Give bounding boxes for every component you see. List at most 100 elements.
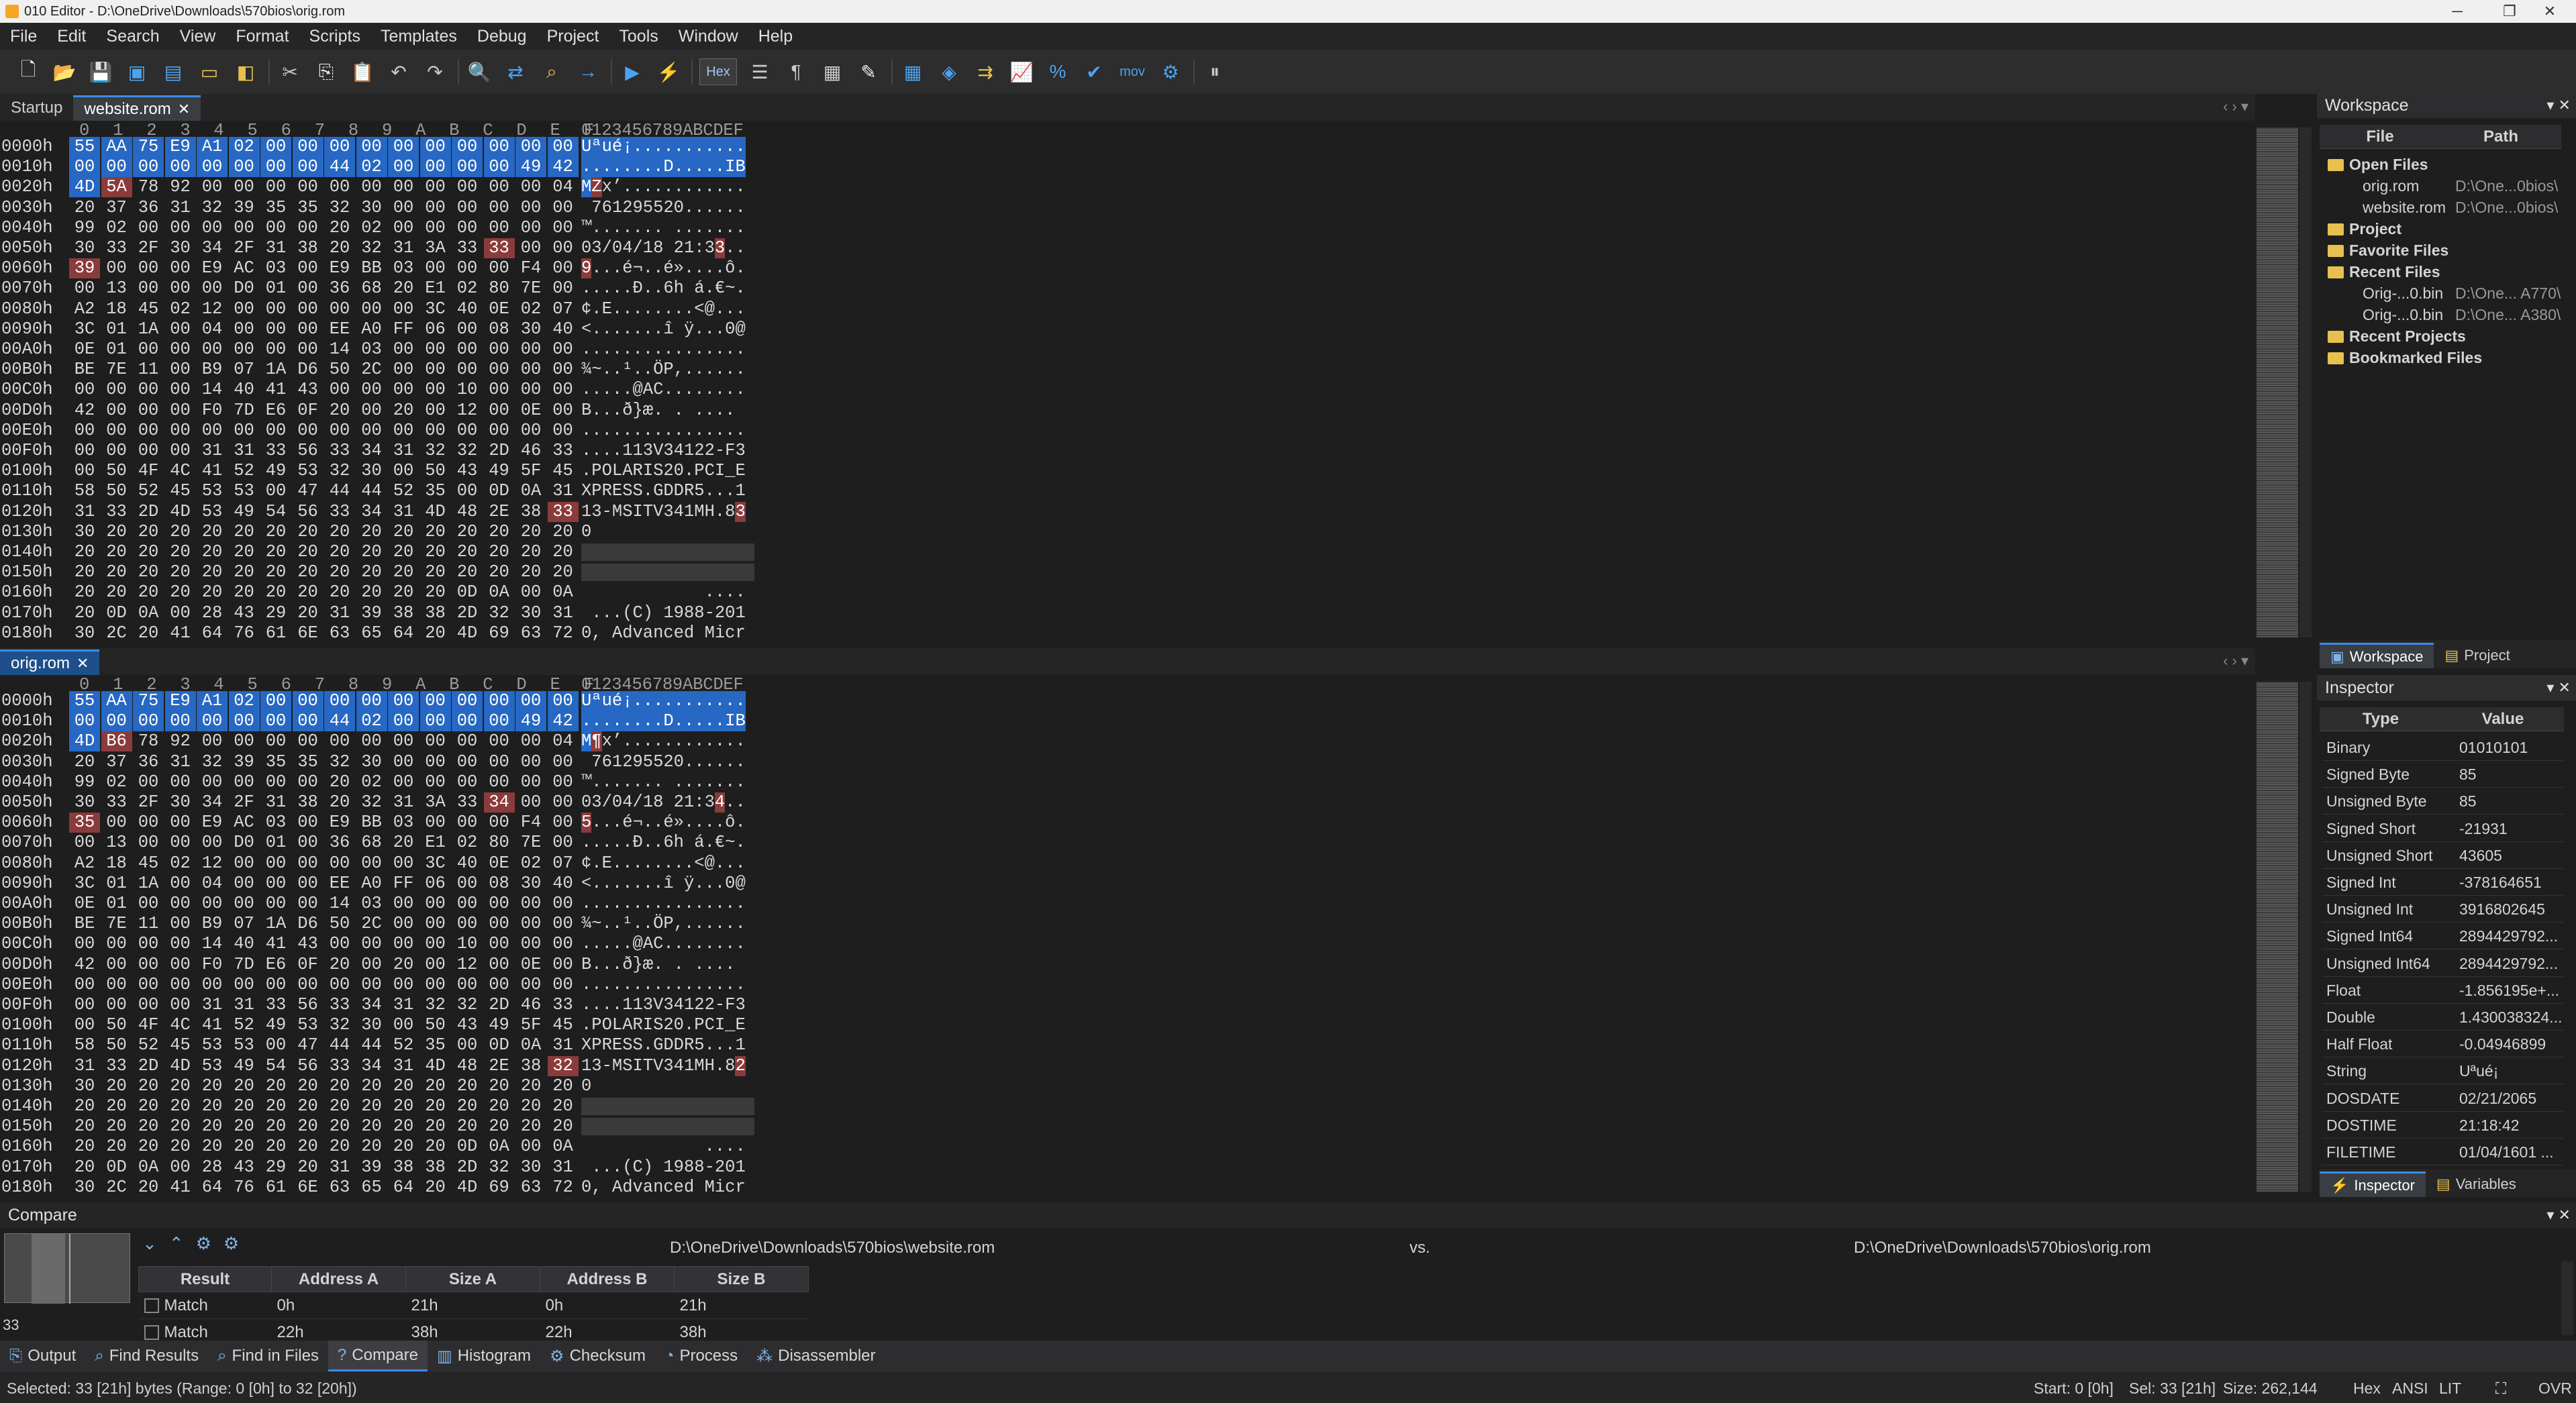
hex-byte[interactable]: 52 [229,461,260,481]
hex-byte[interactable]: 20 [165,562,196,582]
hex-byte[interactable]: 53 [197,481,228,501]
inspector-row[interactable]: DOSDATE 02/21/2065 [2322,1085,2564,1112]
ascii-text[interactable]: <.......î ÿ...0@ [581,319,746,340]
hex-byte[interactable]: 00 [548,238,579,258]
hex-byte[interactable]: 33 [260,995,291,1015]
hex-byte[interactable]: 20 [165,1116,196,1137]
hex-byte[interactable]: 43 [452,461,483,481]
hex-byte[interactable]: 00 [515,975,546,995]
vertical-scrollbar[interactable] [2299,682,2312,1192]
hex-byte[interactable]: 20 [388,1137,419,1157]
hex-row[interactable]: 0000h 55 AA 75 E9 A1 02 00 00 00 00 00 00 00 00 00 00 Uªu… [0,691,805,711]
hex-byte[interactable]: 00 [548,278,579,299]
hex-byte[interactable]: 04 [548,731,579,751]
ascii-text[interactable]: M¶x’............ [581,731,746,752]
hex-byte[interactable]: 00 [260,177,291,197]
hex-byte[interactable]: 4D [69,177,100,198]
hex-byte[interactable]: 75 [133,691,164,711]
inspector-row[interactable]: Float -1.856195e+... [2322,977,2564,1004]
hex-byte[interactable]: 0D [101,1157,132,1178]
hex-byte[interactable]: 31 [324,603,355,623]
hex-byte[interactable]: 20 [452,1096,483,1116]
histogram-tool-icon[interactable]: 📈 [1008,58,1035,85]
hex-byte[interactable]: 00 [165,218,196,238]
hex-byte[interactable]: 00 [101,157,132,178]
hex-byte[interactable]: 00 [324,380,355,400]
hex-byte[interactable]: 56 [293,995,324,1015]
hex-byte[interactable]: 00 [229,177,260,197]
hex-byte[interactable]: 00 [260,874,291,894]
hex-byte[interactable]: 00 [197,894,228,914]
hex-byte[interactable]: 20 [133,562,164,582]
hex-byte[interactable]: 4D [165,502,196,522]
hex-byte[interactable]: 31 [229,995,260,1015]
hex-row[interactable]: 0120h 31 33 2D 4D 53 49 54 56 33 34 31 4D 48 2E 38 32 13-… [0,1055,805,1076]
hex-byte[interactable]: 20 [388,542,419,562]
hex-byte[interactable]: 30 [69,1178,100,1197]
hex-row[interactable]: 0160h 20 20 20 20 20 20 20 20 20 20 20 20 0D 0A 00 0A ..… [0,582,805,603]
hex-byte[interactable]: 02 [101,218,132,238]
mov-button[interactable]: mov [1117,58,1148,85]
save-icon[interactable]: 💾 [87,58,114,85]
hex-byte[interactable]: 20 [229,582,260,603]
ascii-text[interactable]: ................ [581,340,746,360]
hex-byte[interactable]: 20 [515,522,546,542]
new-file-icon[interactable]: 🗋 [15,58,42,85]
tab-disassembler[interactable]: ⁂ Disassembler [747,1341,885,1371]
hex-byte[interactable]: 00 [133,894,164,914]
hex-byte[interactable]: 63 [324,623,355,643]
hex-byte[interactable]: 00 [515,731,546,751]
hex-byte[interactable]: 00 [260,691,291,711]
hex-byte[interactable]: 00 [420,218,451,238]
cut-icon[interactable]: ✂ [277,58,303,85]
ascii-text[interactable]: ¢.E........<@... [581,299,746,319]
hex-byte[interactable]: 00 [548,380,579,400]
hex-row[interactable]: 0150h 20 20 20 20 20 20 20 20 20 20 20 20 20 20 20 20 [0,562,805,582]
hex-byte[interactable]: 00 [388,731,419,751]
hex-byte[interactable]: 31 [260,792,291,813]
highlight-icon[interactable]: ✎ [855,58,882,85]
hex-byte[interactable]: 00 [133,218,164,238]
inspector-row[interactable]: Unsigned Short 43605 [2322,842,2564,869]
hex-byte[interactable]: 30 [356,752,387,772]
hex-byte[interactable]: 00 [260,421,291,441]
hex-byte[interactable]: 80 [484,833,515,853]
hex-byte[interactable]: 2D [452,1157,483,1178]
hex-byte[interactable]: 02 [228,691,260,711]
hex-row[interactable]: 0090h 3C 01 1A 00 04 00 00 00 EE A0 FF 06 00 08 30 40 <..… [0,319,805,340]
hex-byte[interactable]: 00 [293,421,324,441]
hex-byte[interactable]: 00 [388,894,419,914]
hex-byte[interactable]: 52 [388,481,419,501]
hex-byte[interactable]: A0 [356,874,387,894]
hex-byte[interactable]: 50 [101,1035,132,1055]
hex-row[interactable]: 0000h 55 AA 75 E9 A1 02 00 00 00 00 00 00 00 00 00 00 Uªu… [0,137,805,157]
ascii-text[interactable]: 0 [581,522,591,542]
hex-byte[interactable]: 02 [356,711,387,732]
hex-byte[interactable]: 00 [260,1035,291,1055]
hex-byte[interactable]: 00 [452,914,483,934]
hex-byte[interactable]: 00 [484,731,515,751]
hex-byte[interactable]: 0A [133,1157,164,1178]
paragraph-icon[interactable]: ¶ [783,58,809,85]
hex-byte[interactable]: 2E [484,502,515,522]
hex-byte[interactable]: 20 [260,522,291,542]
hex-byte[interactable]: 20 [101,1116,132,1137]
hex-byte[interactable]: 20 [293,1157,324,1178]
hex-byte[interactable]: 32 [452,995,483,1015]
inspector-value[interactable]: -0.04946899 [2459,1031,2546,1057]
hex-byte[interactable]: 42 [547,157,579,178]
hex-byte[interactable]: 00 [483,137,515,157]
hex-byte[interactable]: 0A [133,603,164,623]
hex-row[interactable]: 0100h 00 50 4F 4C 41 52 49 53 32 30 00 50 43 49 5F 45 .PO… [0,461,805,481]
hex-byte[interactable]: 6E [293,1178,324,1197]
hex-byte[interactable]: 52 [388,1035,419,1055]
hex-byte[interactable]: A2 [69,853,100,874]
hex-byte[interactable]: 00 [452,772,483,792]
hex-byte[interactable]: 32 [324,752,355,772]
hex-byte[interactable]: 00 [483,691,515,711]
ascii-text[interactable]: .....Ð..6h á.€~. [581,278,746,299]
hex-byte[interactable]: 20 [197,582,228,603]
hex-byte[interactable]: F4 [515,258,546,278]
hex-row[interactable]: 0170h 20 0D 0A 00 28 43 29 20 31 39 38 38 2D 32 30 31 ..… [0,1157,805,1178]
inspector-value[interactable]: -1.856195e+... [2459,977,2559,1004]
